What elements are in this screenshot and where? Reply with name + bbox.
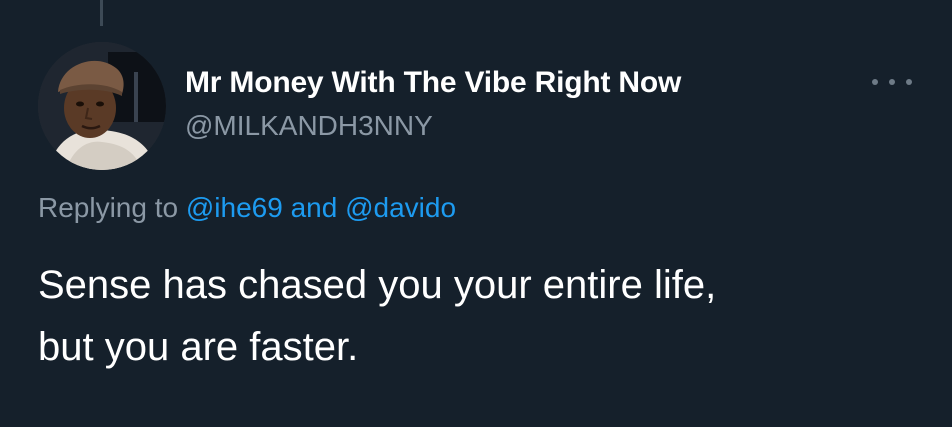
- reply-mention-joiner: and: [290, 192, 338, 223]
- reply-mention-ihe69[interactable]: @ihe69: [186, 192, 283, 223]
- avatar[interactable]: [38, 42, 166, 170]
- more-horizontal-icon-dot: [906, 79, 912, 85]
- user-handle[interactable]: @MILKANDH3NNY: [185, 110, 433, 142]
- replying-to-line: Replying to @ihe69 and @davido: [38, 192, 456, 224]
- more-horizontal-icon-dot: [889, 79, 895, 85]
- more-horizontal-icon: [872, 79, 878, 85]
- reply-mention-davido[interactable]: @davido: [345, 192, 456, 223]
- avatar-image: [38, 42, 166, 170]
- more-options-button[interactable]: [872, 70, 912, 94]
- thread-connector-line: [100, 0, 103, 26]
- replying-to-label: Replying to: [38, 192, 179, 223]
- tweet-text-line: Sense has chased you your entire life,: [38, 263, 717, 307]
- tweet-text-line: but you are faster.: [38, 325, 359, 369]
- tweet-text: Sense has chased you your entire life, b…: [38, 254, 938, 378]
- display-name[interactable]: Mr Money With The Vibe Right Now: [185, 66, 681, 100]
